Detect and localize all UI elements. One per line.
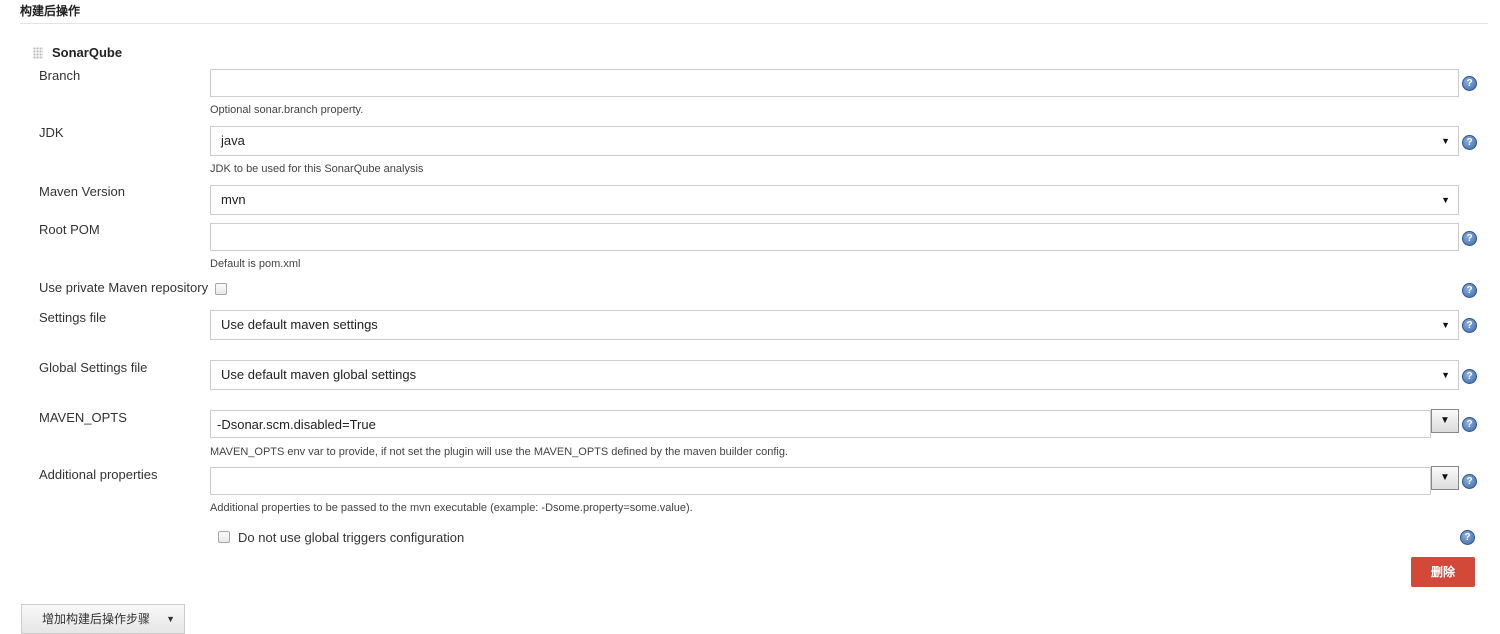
additional-properties-description: Additional properties to be passed to th…	[210, 502, 693, 514]
branch-label: Branch	[39, 68, 81, 83]
additional-properties-label: Additional properties	[39, 467, 158, 482]
global-settings-file-select[interactable]: Use default maven global settings ▼	[210, 360, 1459, 390]
add-post-build-step-label: 增加构建后操作步骤	[42, 612, 151, 626]
drag-handle-icon[interactable]	[33, 46, 43, 59]
help-icon[interactable]: ?	[1462, 318, 1477, 333]
root-pom-input[interactable]	[210, 223, 1459, 251]
global-settings-file-label: Global Settings file	[39, 360, 148, 375]
settings-file-label: Settings file	[39, 310, 107, 325]
private-repo-label: Use private Maven repository	[39, 280, 209, 295]
settings-file-select-value: Use default maven settings	[221, 317, 378, 332]
maven-opts-label: MAVEN_OPTS	[39, 410, 127, 425]
help-icon[interactable]: ?	[1462, 283, 1477, 298]
private-repo-checkbox[interactable]	[215, 283, 227, 295]
global-triggers-checkbox[interactable]	[218, 531, 230, 543]
maven-version-select[interactable]: mvn ▼	[210, 185, 1459, 215]
help-icon[interactable]: ?	[1462, 76, 1477, 91]
help-icon[interactable]: ?	[1462, 417, 1477, 432]
help-icon[interactable]: ?	[1462, 369, 1477, 384]
expand-textarea-button[interactable]: ▼	[1431, 409, 1459, 433]
global-triggers-label: Do not use global triggers configuration	[238, 530, 465, 545]
help-icon[interactable]: ?	[1462, 474, 1477, 489]
branch-input[interactable]	[210, 69, 1459, 97]
jdk-select-value: java	[221, 133, 245, 148]
chevron-down-icon: ▼	[1441, 320, 1450, 330]
plugin-name: SonarQube	[52, 45, 123, 60]
maven-version-select-value: mvn	[221, 192, 246, 207]
help-icon[interactable]: ?	[1460, 530, 1475, 545]
additional-properties-input[interactable]	[210, 467, 1431, 495]
add-post-build-step-button[interactable]: 增加构建后操作步骤 ▼	[21, 604, 185, 634]
root-pom-description: Default is pom.xml	[210, 258, 301, 270]
jdk-label: JDK	[39, 125, 64, 140]
global-settings-file-select-value: Use default maven global settings	[221, 367, 417, 382]
expand-textarea-button[interactable]: ▼	[1431, 466, 1459, 490]
chevron-down-icon: ▼	[1441, 195, 1450, 205]
section-title: 构建后操作	[20, 2, 1488, 24]
maven-opts-description: MAVEN_OPTS env var to provide, if not se…	[210, 446, 788, 458]
maven-opts-input[interactable]	[210, 410, 1431, 438]
delete-button[interactable]: 删除	[1411, 557, 1475, 587]
plugin-header: SonarQube	[33, 45, 122, 60]
chevron-down-icon: ▼	[166, 614, 175, 624]
jdk-select[interactable]: java ▼	[210, 126, 1459, 156]
maven-version-label: Maven Version	[39, 184, 125, 199]
help-icon[interactable]: ?	[1462, 231, 1477, 246]
chevron-down-icon: ▼	[1441, 370, 1450, 380]
settings-file-select[interactable]: Use default maven settings ▼	[210, 310, 1459, 340]
branch-description: Optional sonar.branch property.	[210, 104, 364, 116]
root-pom-label: Root POM	[39, 222, 100, 237]
jdk-description: JDK to be used for this SonarQube analys…	[210, 163, 424, 175]
chevron-down-icon: ▼	[1441, 136, 1450, 146]
help-icon[interactable]: ?	[1462, 135, 1477, 150]
